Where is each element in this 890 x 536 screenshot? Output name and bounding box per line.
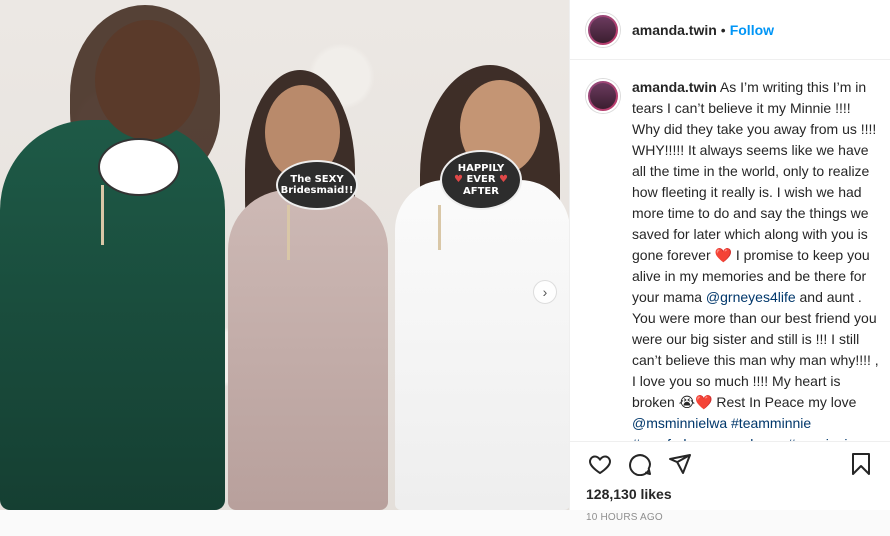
- sign-happy-line3: AFTER: [463, 185, 499, 197]
- white-dress: [395, 180, 569, 510]
- prop-stick: [101, 185, 104, 245]
- actions-bar: 128,130 likes 10 HOURS AGO: [570, 441, 890, 523]
- sign-sexy-text: The SEXY Bridesmaid!!: [280, 173, 354, 197]
- chevron-right-icon: ›: [542, 284, 548, 300]
- heart-emoji: ❤️: [695, 394, 713, 410]
- prop-stick: [287, 205, 290, 260]
- sign-happy-line2: EVER: [466, 174, 496, 186]
- caption-part: Rest In Peace my love: [716, 394, 857, 410]
- sign-sexy-bridesmaid: The SEXY Bridesmaid!!: [276, 160, 358, 210]
- carousel-next-button[interactable]: ›: [533, 280, 557, 304]
- avatar[interactable]: [586, 12, 620, 47]
- caption-scroll-area[interactable]: amanda.twin As I’m writing this I’m in t…: [570, 61, 890, 441]
- save-button[interactable]: [841, 444, 881, 484]
- likes-count[interactable]: 128,130 likes: [570, 486, 890, 502]
- action-icons: [570, 442, 890, 486]
- caption-part: and aunt . You were more than our best f…: [632, 289, 879, 410]
- caption-text: amanda.twin As I’m writing this I’m in t…: [632, 77, 879, 441]
- share-icon: [669, 454, 691, 474]
- post-header: amanda.twin • Follow: [570, 0, 890, 60]
- person-left-face: [95, 20, 200, 140]
- post-timestamp[interactable]: 10 HOURS AGO: [570, 512, 890, 523]
- mention-link[interactable]: @msminnielwa: [632, 415, 727, 431]
- username-link[interactable]: amanda.twin: [632, 22, 717, 38]
- bookmark-icon: [852, 453, 870, 475]
- avatar[interactable]: [586, 79, 620, 113]
- heart-icon: [589, 455, 611, 475]
- caption-username[interactable]: amanda.twin: [632, 79, 717, 95]
- crying-emoji: 😭: [678, 394, 696, 410]
- post-photo[interactable]: The SEXY Bridesmaid!! HAPPILY ♥ EVER ♥ A…: [0, 0, 569, 510]
- pink-dress: [228, 190, 388, 510]
- separator-dot: •: [720, 21, 726, 38]
- follow-button[interactable]: Follow: [730, 22, 774, 38]
- caption-part: As I’m writing this I’m in tears I can’t…: [632, 79, 877, 263]
- heart-icon: ♥: [453, 174, 463, 186]
- instagram-post: The SEXY Bridesmaid!! HAPPILY ♥ EVER ♥ A…: [0, 0, 890, 523]
- mention-link[interactable]: @grneyes4life: [706, 289, 796, 305]
- post-sidebar: amanda.twin • Follow amanda.twin As I’m …: [569, 0, 890, 523]
- comment-icon: [629, 454, 651, 476]
- heart-icon: ♥: [499, 174, 508, 186]
- speech-bubble-prop: [98, 138, 180, 196]
- comment-button[interactable]: [620, 444, 660, 484]
- sign-happy-line1: HAPPILY: [457, 162, 505, 174]
- prop-stick: [438, 205, 441, 250]
- share-button[interactable]: [660, 444, 700, 484]
- sign-happily-ever-after: HAPPILY ♥ EVER ♥ AFTER: [440, 150, 522, 210]
- like-button[interactable]: [580, 444, 620, 484]
- heart-emoji: ❤️: [714, 247, 732, 263]
